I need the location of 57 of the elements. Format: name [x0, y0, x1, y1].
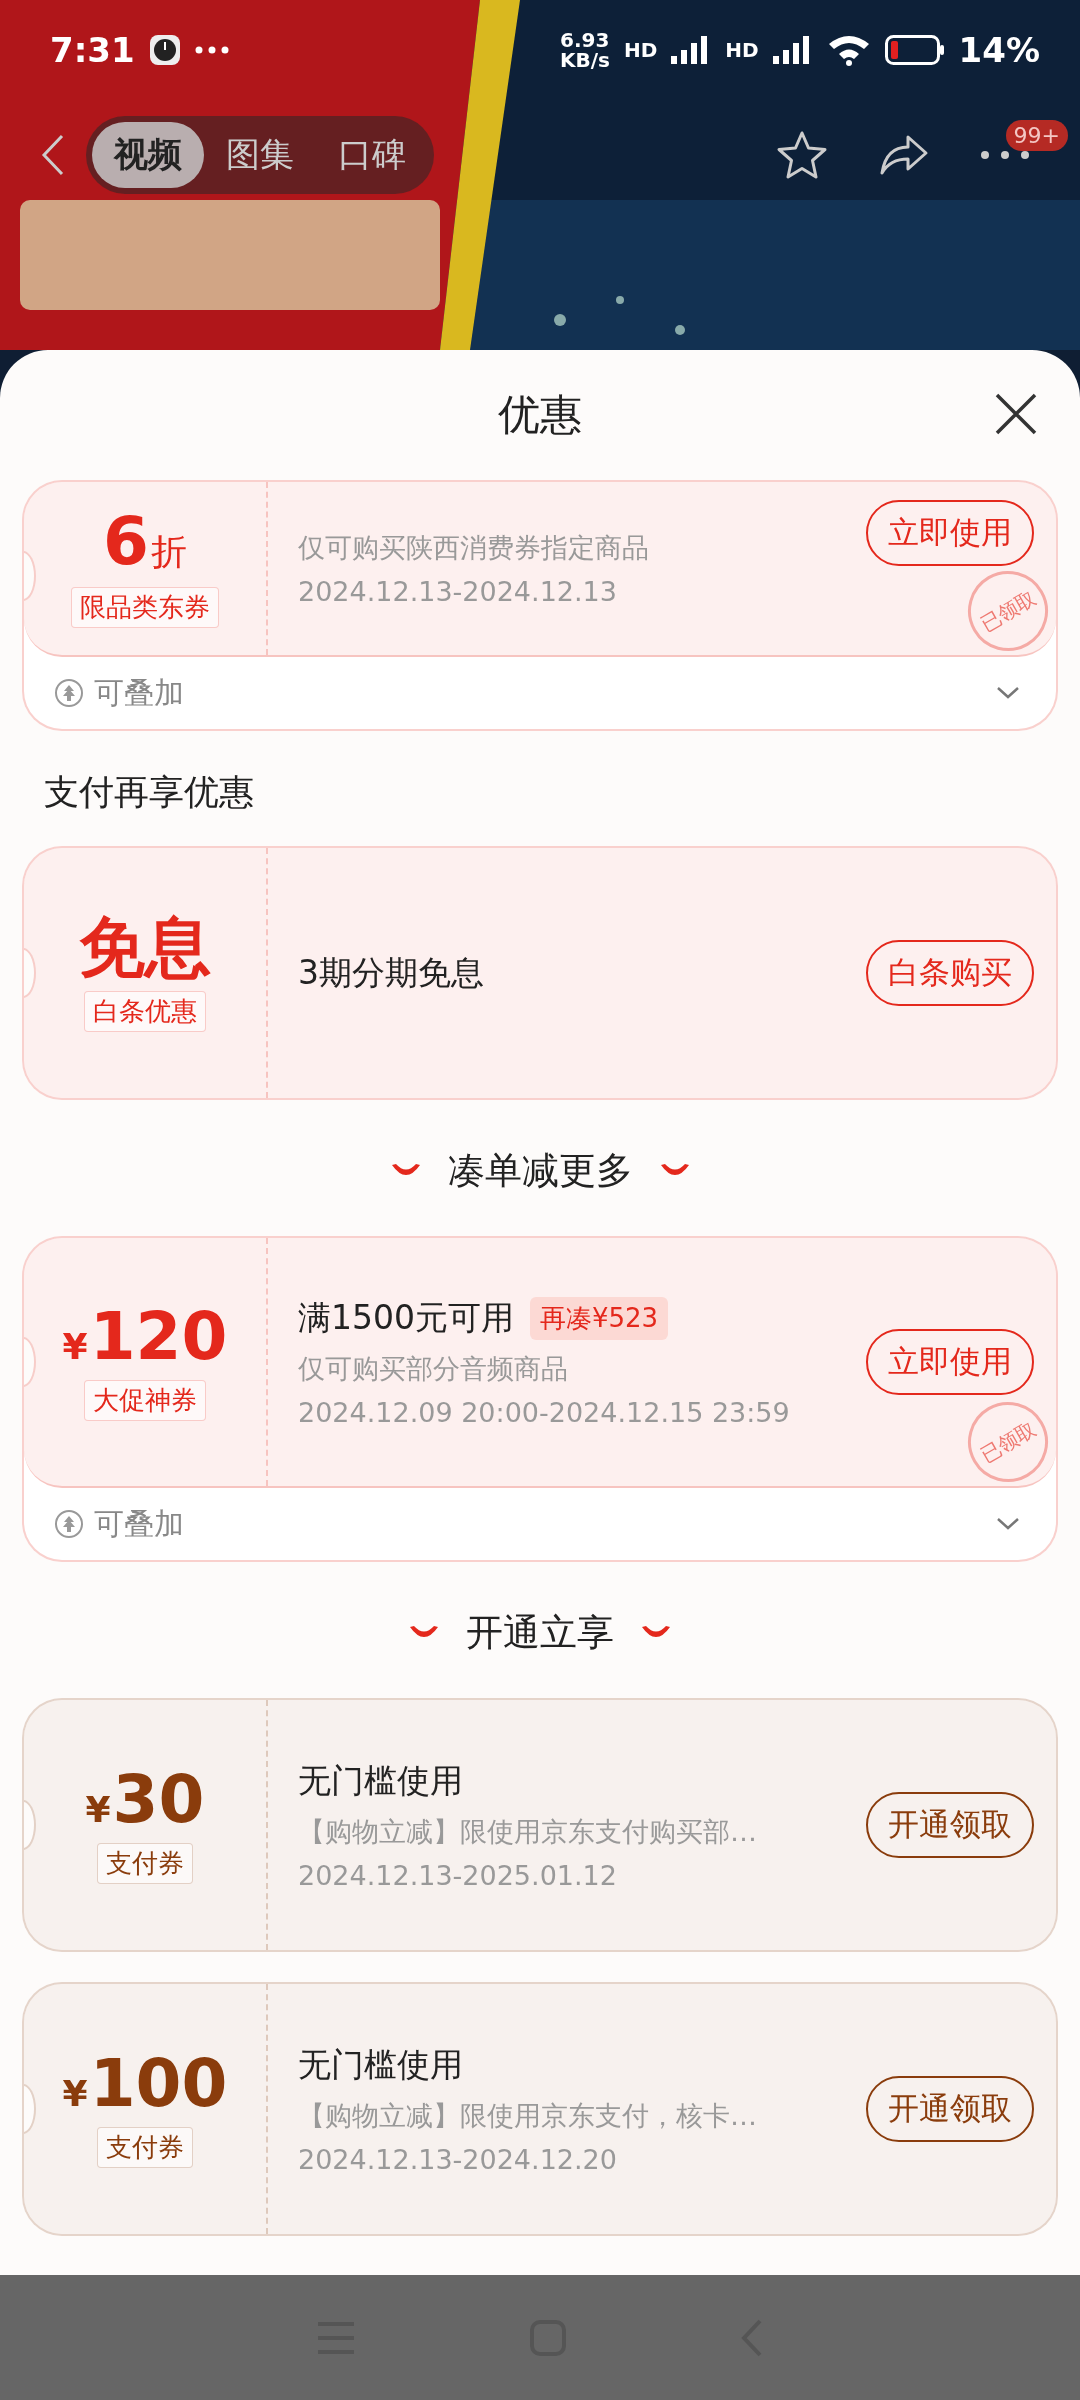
coupon-validity: 2024.12.09 20:00-2024.12.15 23:59 — [298, 1397, 791, 1428]
chevron-down-icon[interactable] — [996, 1517, 1020, 1531]
coupon-amount: 6 — [103, 509, 149, 575]
coupon-button[interactable]: 白条购买 — [866, 940, 1034, 1006]
battery-icon — [884, 35, 945, 65]
coupon-tag: 支付券 — [97, 2126, 193, 2168]
media-tab[interactable]: 口碑 — [316, 122, 428, 188]
stack-icon — [54, 1509, 84, 1539]
more-dots-icon — [194, 46, 229, 54]
coupon-tag: 限品类东券 — [71, 587, 219, 628]
stackable-label: 可叠加 — [94, 673, 185, 712]
battery-percent: 14% — [958, 30, 1040, 70]
coupon-description: 仅可购买陕西消费券指定商品 — [298, 531, 650, 565]
stackable-label: 可叠加 — [94, 1504, 185, 1543]
coupon-unit: 折 — [150, 530, 187, 574]
coupon-amount: 免息 — [79, 914, 211, 981]
media-tab[interactable]: 图集 — [204, 122, 316, 188]
close-icon[interactable] — [994, 392, 1038, 436]
currency-symbol: ¥ — [62, 1325, 88, 1367]
section-heading: 支付再享优惠 — [43, 771, 255, 814]
status-time: 7:31 — [50, 30, 135, 70]
coupon-button[interactable]: 立即使用 — [866, 500, 1034, 566]
coupon-amount: 100 — [89, 2050, 228, 2117]
shortfall-badge: 再凑¥523 — [530, 1297, 669, 1340]
coupon-tag: 白条优惠 — [84, 990, 206, 1032]
share-icon[interactable] — [878, 133, 930, 177]
coupon-title: 3期分期免息 — [298, 951, 484, 994]
net-speed: 6.93 — [559, 30, 610, 50]
coupon-button[interactable]: 立即使用 — [866, 1329, 1034, 1395]
currency-symbol: ¥ — [85, 1788, 111, 1830]
coupon-description: 仅可购买部分音频商品 — [298, 1352, 569, 1386]
section-heading: 凑单减更多 — [447, 1148, 633, 1194]
coupon-title: 无门槛使用 — [298, 2044, 463, 2086]
coupon-tag: 大促神券 — [84, 1379, 206, 1421]
coupon-tag: 支付券 — [97, 1842, 193, 1884]
star-icon[interactable] — [776, 130, 828, 180]
coupon-description: 【购物立减】限使用京东支付，核卡… — [298, 2099, 758, 2133]
coupon-validity: 2024.12.13-2025.01.12 — [298, 1860, 618, 1891]
coupon-description: 【购物立减】限使用京东支付购买部… — [298, 1815, 758, 1849]
currency-symbol: ¥ — [62, 2072, 88, 2114]
stack-icon — [54, 678, 84, 708]
sheet-title: 优惠 — [498, 389, 582, 441]
network-type: HD — [623, 38, 658, 62]
chevron-down-icon[interactable] — [996, 686, 1020, 700]
coupon-amount: 30 — [112, 1766, 205, 1833]
more-icon[interactable] — [980, 150, 1030, 160]
coupon-button[interactable]: 开通领取 — [866, 1792, 1034, 1858]
coupon-title: 无门槛使用 — [298, 1760, 463, 1802]
back-icon[interactable] — [40, 133, 66, 177]
coupon-amount: 120 — [89, 1303, 228, 1370]
coupon-validity: 2024.12.13-2024.12.20 — [298, 2144, 618, 2175]
coupon-validity: 2024.12.13-2024.12.13 — [298, 576, 618, 607]
coupon-title: 满1500元可用 — [298, 1297, 514, 1339]
coupon-button[interactable]: 开通领取 — [866, 2076, 1034, 2142]
net-speed-unit: KB/s — [559, 50, 610, 70]
network-type: HD — [725, 38, 759, 62]
section-heading: 开通立享 — [466, 1610, 614, 1656]
